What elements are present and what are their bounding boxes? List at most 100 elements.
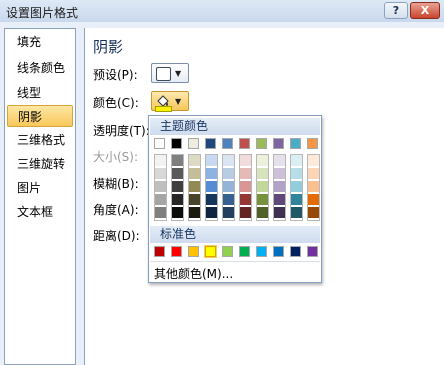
color-label: 颜色(C): xyxy=(93,96,139,110)
blur-label: 模糊(B): xyxy=(93,177,139,191)
theme-shade-swatch[interactable] xyxy=(240,168,251,179)
theme-shade-swatch[interactable] xyxy=(257,155,268,166)
theme-shade-swatch[interactable] xyxy=(189,181,200,192)
theme-shade-swatch[interactable] xyxy=(274,181,285,192)
theme-shade-swatch[interactable] xyxy=(155,194,166,205)
theme-shade-swatch[interactable] xyxy=(155,168,166,179)
preset-dropdown[interactable]: ▼ xyxy=(151,63,189,83)
theme-shade-swatch[interactable] xyxy=(206,168,217,179)
panel-title: 阴影 xyxy=(93,38,124,56)
theme-shade-swatch[interactable] xyxy=(223,168,234,179)
theme-shade-swatch[interactable] xyxy=(308,168,319,179)
theme-shade-swatch[interactable] xyxy=(274,194,285,205)
theme-shade-swatch[interactable] xyxy=(189,207,200,218)
help-button[interactable]: ? xyxy=(384,2,408,19)
theme-shade-swatch[interactable] xyxy=(189,155,200,166)
sidebar-item-3d-rotation[interactable]: 三维旋转 xyxy=(5,153,75,175)
standard-color-swatch[interactable] xyxy=(171,246,182,257)
color-picker-popup: 主题颜色 标准色 其他颜色(M)... xyxy=(148,115,322,283)
theme-color-swatch[interactable] xyxy=(205,138,216,149)
more-colors-button[interactable]: 其他颜色(M)... xyxy=(154,265,233,282)
theme-shade-column xyxy=(188,154,201,221)
theme-shade-swatch[interactable] xyxy=(308,207,319,218)
sidebar-item-line-style[interactable]: 线型 xyxy=(5,82,75,104)
standard-color-swatch[interactable] xyxy=(205,246,216,257)
sidebar-item-fill[interactable]: 填充 xyxy=(5,31,75,53)
standard-color-swatch[interactable] xyxy=(188,246,199,257)
theme-color-swatch[interactable] xyxy=(154,138,165,149)
standard-color-swatch[interactable] xyxy=(290,246,301,257)
sidebar-item-3d-format[interactable]: 三维格式 xyxy=(5,129,75,151)
theme-shade-swatch[interactable] xyxy=(308,194,319,205)
theme-shade-swatch[interactable] xyxy=(155,155,166,166)
theme-shade-column xyxy=(171,154,184,221)
theme-shade-swatch[interactable] xyxy=(257,207,268,218)
window-title: 设置图片格式 xyxy=(6,6,79,20)
sidebar-item-textbox[interactable]: 文本框 xyxy=(5,201,75,223)
angle-label: 角度(A): xyxy=(93,203,139,217)
theme-shade-swatch[interactable] xyxy=(291,194,302,205)
standard-color-swatch[interactable] xyxy=(239,246,250,257)
theme-shade-swatch[interactable] xyxy=(206,155,217,166)
theme-shade-column xyxy=(154,154,167,221)
standard-color-swatch[interactable] xyxy=(273,246,284,257)
theme-shade-swatch[interactable] xyxy=(240,155,251,166)
sidebar-item-shadow[interactable]: 阴影 xyxy=(7,105,73,127)
theme-shade-swatch[interactable] xyxy=(206,207,217,218)
theme-shade-swatch[interactable] xyxy=(172,194,183,205)
close-button[interactable]: X xyxy=(410,2,440,19)
standard-colors-header: 标准色 xyxy=(150,226,320,243)
title-bar: 设置图片格式 ? X xyxy=(0,0,444,23)
theme-shade-swatch[interactable] xyxy=(308,181,319,192)
standard-color-swatch[interactable] xyxy=(222,246,233,257)
theme-shade-swatch[interactable] xyxy=(274,155,285,166)
sidebar-item-line-color[interactable]: 线条颜色 xyxy=(5,57,75,79)
standard-color-swatch[interactable] xyxy=(154,246,165,257)
theme-shade-swatch[interactable] xyxy=(223,181,234,192)
theme-shade-swatch[interactable] xyxy=(223,155,234,166)
theme-color-swatch[interactable] xyxy=(290,138,301,149)
theme-color-swatch[interactable] xyxy=(188,138,199,149)
theme-shade-swatch[interactable] xyxy=(257,181,268,192)
theme-color-swatch[interactable] xyxy=(239,138,250,149)
theme-shade-swatch[interactable] xyxy=(308,155,319,166)
sidebar-item-picture[interactable]: 图片 xyxy=(5,177,75,199)
theme-shade-swatch[interactable] xyxy=(257,194,268,205)
theme-color-swatch[interactable] xyxy=(171,138,182,149)
theme-color-swatch[interactable] xyxy=(256,138,267,149)
theme-shade-swatch[interactable] xyxy=(291,181,302,192)
theme-shade-swatch[interactable] xyxy=(257,168,268,179)
theme-shade-swatch[interactable] xyxy=(172,181,183,192)
preset-swatch xyxy=(156,67,171,81)
theme-shade-swatch[interactable] xyxy=(155,207,166,218)
theme-shade-swatch[interactable] xyxy=(155,181,166,192)
theme-shade-column xyxy=(307,154,320,221)
theme-shade-swatch[interactable] xyxy=(172,155,183,166)
theme-shade-column xyxy=(205,154,218,221)
popup-divider xyxy=(150,261,320,262)
theme-color-swatch[interactable] xyxy=(307,138,318,149)
standard-color-swatch[interactable] xyxy=(256,246,267,257)
theme-shade-swatch[interactable] xyxy=(240,181,251,192)
theme-shade-swatch[interactable] xyxy=(206,181,217,192)
theme-shade-swatch[interactable] xyxy=(172,207,183,218)
theme-shade-swatch[interactable] xyxy=(274,168,285,179)
theme-shade-swatch[interactable] xyxy=(206,194,217,205)
standard-color-swatch[interactable] xyxy=(307,246,318,257)
theme-shade-swatch[interactable] xyxy=(274,207,285,218)
theme-shade-swatch[interactable] xyxy=(291,155,302,166)
theme-shade-swatch[interactable] xyxy=(223,207,234,218)
theme-shade-swatch[interactable] xyxy=(189,194,200,205)
theme-shade-swatch[interactable] xyxy=(223,194,234,205)
theme-color-swatch[interactable] xyxy=(222,138,233,149)
theme-shade-swatch[interactable] xyxy=(291,168,302,179)
theme-shade-swatch[interactable] xyxy=(172,168,183,179)
theme-shade-swatch[interactable] xyxy=(291,207,302,218)
selected-color-bar xyxy=(155,106,172,112)
theme-shade-swatch[interactable] xyxy=(189,168,200,179)
theme-color-swatch[interactable] xyxy=(273,138,284,149)
theme-shade-swatch[interactable] xyxy=(240,207,251,218)
color-dropdown[interactable]: ▼ xyxy=(151,91,189,112)
preset-label: 预设(P): xyxy=(93,68,138,82)
theme-shade-swatch[interactable] xyxy=(240,194,251,205)
